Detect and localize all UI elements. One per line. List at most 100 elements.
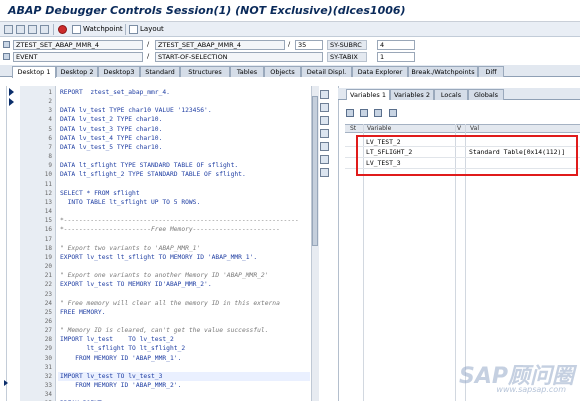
code-line[interactable]: IMPORT lv_test TO lv_test_3 bbox=[60, 373, 162, 380]
code-line[interactable]: DATA lt_sflight_2 TYPE STANDARD TABLE OF… bbox=[60, 171, 246, 178]
window-title: ABAP Debugger Controls Session(1) (NOT E… bbox=[8, 4, 406, 17]
delete-icon[interactable] bbox=[374, 109, 382, 117]
line-number: 17 bbox=[44, 235, 52, 243]
line-number: 19 bbox=[44, 253, 52, 261]
tab-detail-displ[interactable]: Detail Displ. bbox=[301, 66, 352, 77]
code-line[interactable]: " Export one variants to another Memory … bbox=[60, 272, 269, 279]
sy-subrc-label: SY-SUBRC bbox=[327, 40, 367, 50]
tab-variables-1[interactable]: Variables 1 bbox=[346, 89, 390, 100]
tab-locals[interactable]: Locals bbox=[434, 89, 468, 100]
application-toolbar: Watchpoint Layout bbox=[0, 22, 580, 37]
tab-variables-2[interactable]: Variables 2 bbox=[390, 89, 434, 100]
code-line[interactable]: SELECT * FROM sflight bbox=[60, 190, 140, 197]
tab-objects[interactable]: Objects bbox=[264, 66, 301, 77]
line-number: 16 bbox=[44, 226, 52, 234]
code-line[interactable]: IMPORT lv_test TO lv_test_2 bbox=[60, 336, 174, 343]
tab-structures[interactable]: Structures bbox=[180, 66, 230, 77]
code-line[interactable]: FROM MEMORY ID 'ABAP_MMR_1'. bbox=[60, 355, 181, 362]
line-number: 22 bbox=[44, 281, 52, 289]
watchpoint-button[interactable]: Watchpoint bbox=[83, 25, 123, 33]
code-line[interactable]: DATA lt_sflight TYPE STANDARD TABLE OF s… bbox=[60, 162, 238, 169]
current-statement-arrow-icon bbox=[9, 98, 14, 106]
layout-icon[interactable] bbox=[129, 25, 138, 34]
tab-data-explorer[interactable]: Data Explorer bbox=[352, 66, 408, 77]
code-line[interactable]: " Free memory will clear all the memory … bbox=[60, 300, 280, 307]
code-line[interactable]: DATA lv_test_3 TYPE char10. bbox=[60, 126, 162, 133]
sy-tabix-label: SY-TABIX bbox=[327, 52, 367, 62]
line-field: 35 bbox=[295, 40, 323, 50]
line-number: 5 bbox=[48, 125, 52, 133]
line-number: 20 bbox=[44, 263, 52, 271]
line-number: 11 bbox=[44, 180, 52, 188]
tab-break-watchpoints[interactable]: Break./Watchpoints bbox=[408, 66, 478, 77]
line-number: 13 bbox=[44, 198, 52, 206]
program-icon bbox=[3, 41, 10, 48]
settings-icon[interactable] bbox=[320, 155, 329, 164]
line-number: 7 bbox=[48, 143, 52, 151]
tab-diff[interactable]: Diff bbox=[478, 66, 504, 77]
continue-icon[interactable] bbox=[40, 25, 49, 34]
step-over-icon[interactable] bbox=[16, 25, 25, 34]
line-number: 18 bbox=[44, 244, 52, 252]
code-line[interactable]: DATA lv_test_5 TYPE char10. bbox=[60, 144, 162, 151]
variables-panel bbox=[338, 86, 580, 401]
stop-icon[interactable] bbox=[58, 25, 67, 34]
expand-arrow-icon[interactable] bbox=[4, 380, 8, 386]
tab-desktop-1[interactable]: Desktop 1 bbox=[12, 66, 56, 78]
tab-tables[interactable]: Tables bbox=[230, 66, 264, 77]
line-number: 24 bbox=[44, 299, 52, 307]
tab-globals[interactable]: Globals bbox=[468, 89, 504, 100]
close-icon[interactable] bbox=[320, 90, 329, 99]
code-line[interactable]: DATA lv_test_2 TYPE char10. bbox=[60, 116, 162, 123]
code-line[interactable]: REPORT ztest_set_abap_mmr_4. bbox=[60, 89, 170, 96]
column-header-value: Val bbox=[470, 125, 479, 132]
line-number: 23 bbox=[44, 290, 52, 298]
insert-icon[interactable] bbox=[360, 109, 368, 117]
code-line[interactable]: *-----------------------Free Memory-----… bbox=[60, 226, 280, 233]
code-scrollbar-thumb[interactable] bbox=[312, 96, 318, 246]
include-field: ZTEST_SET_ABAP_MMR_4 bbox=[155, 40, 285, 50]
event-type-field: EVENT bbox=[13, 52, 143, 62]
line-number: 26 bbox=[44, 318, 52, 325]
watchpoint-icon[interactable] bbox=[72, 25, 81, 34]
code-line[interactable]: FREE MEMORY. bbox=[60, 309, 106, 316]
tab-desktop-3[interactable]: Desktop3 bbox=[98, 66, 140, 77]
line-number: 3 bbox=[48, 107, 52, 115]
line-number: 34 bbox=[44, 391, 52, 399]
code-line[interactable]: " Memory ID is cleared, can't get the va… bbox=[60, 327, 269, 334]
slash-separator: / bbox=[288, 40, 291, 48]
slash-separator: / bbox=[147, 40, 150, 48]
services-icon[interactable] bbox=[320, 168, 329, 177]
code-line[interactable]: EXPORT lv_test TO MEMORY ID'ABAP_MMR_2'. bbox=[60, 281, 212, 288]
change-icon[interactable] bbox=[346, 109, 354, 117]
code-line[interactable]: FROM MEMORY ID 'ABAP_MMR_2'. bbox=[60, 382, 181, 389]
line-number: 2 bbox=[48, 98, 52, 106]
step-into-icon[interactable] bbox=[4, 25, 13, 34]
new-tool-icon[interactable] bbox=[320, 103, 329, 112]
column-header-v: V bbox=[457, 125, 462, 132]
tab-standard[interactable]: Standard bbox=[140, 66, 180, 77]
list-icon[interactable] bbox=[389, 109, 397, 117]
code-line[interactable]: INTO TABLE lt_sflight UP TO 5 ROWS. bbox=[60, 199, 201, 206]
line-number: 12 bbox=[44, 189, 52, 197]
line-number: 15 bbox=[44, 217, 52, 225]
line-number: 30 bbox=[44, 354, 52, 362]
code-line[interactable]: " Export two variants to 'ABAP_MMR_1' bbox=[60, 245, 200, 252]
code-line[interactable]: DATA lv_test_4 TYPE char10. bbox=[60, 135, 162, 142]
line-number: 33 bbox=[44, 382, 52, 390]
tab-desktop-2[interactable]: Desktop 2 bbox=[56, 66, 98, 77]
return-icon[interactable] bbox=[28, 25, 37, 34]
layout-button[interactable]: Layout bbox=[140, 25, 164, 33]
code-line[interactable]: *---------------------------------------… bbox=[60, 217, 299, 224]
line-number: 31 bbox=[44, 363, 52, 371]
line-number: 32 bbox=[44, 372, 52, 380]
code-line[interactable]: DATA lv_test TYPE char10 VALUE '123456'. bbox=[60, 107, 212, 114]
title-bar: ABAP Debugger Controls Session(1) (NOT E… bbox=[0, 0, 580, 22]
code-line[interactable]: EXPORT lv_test lt_sflight TO MEMORY ID '… bbox=[60, 254, 257, 261]
swap-icon[interactable] bbox=[320, 142, 329, 151]
line-number: 27 bbox=[44, 327, 52, 335]
replace-tool-icon[interactable] bbox=[320, 116, 329, 125]
slash-separator: / bbox=[147, 52, 150, 60]
code-line[interactable]: lt_sflight TO lt_sflight_2 bbox=[60, 345, 186, 352]
maximize-icon[interactable] bbox=[320, 129, 329, 138]
